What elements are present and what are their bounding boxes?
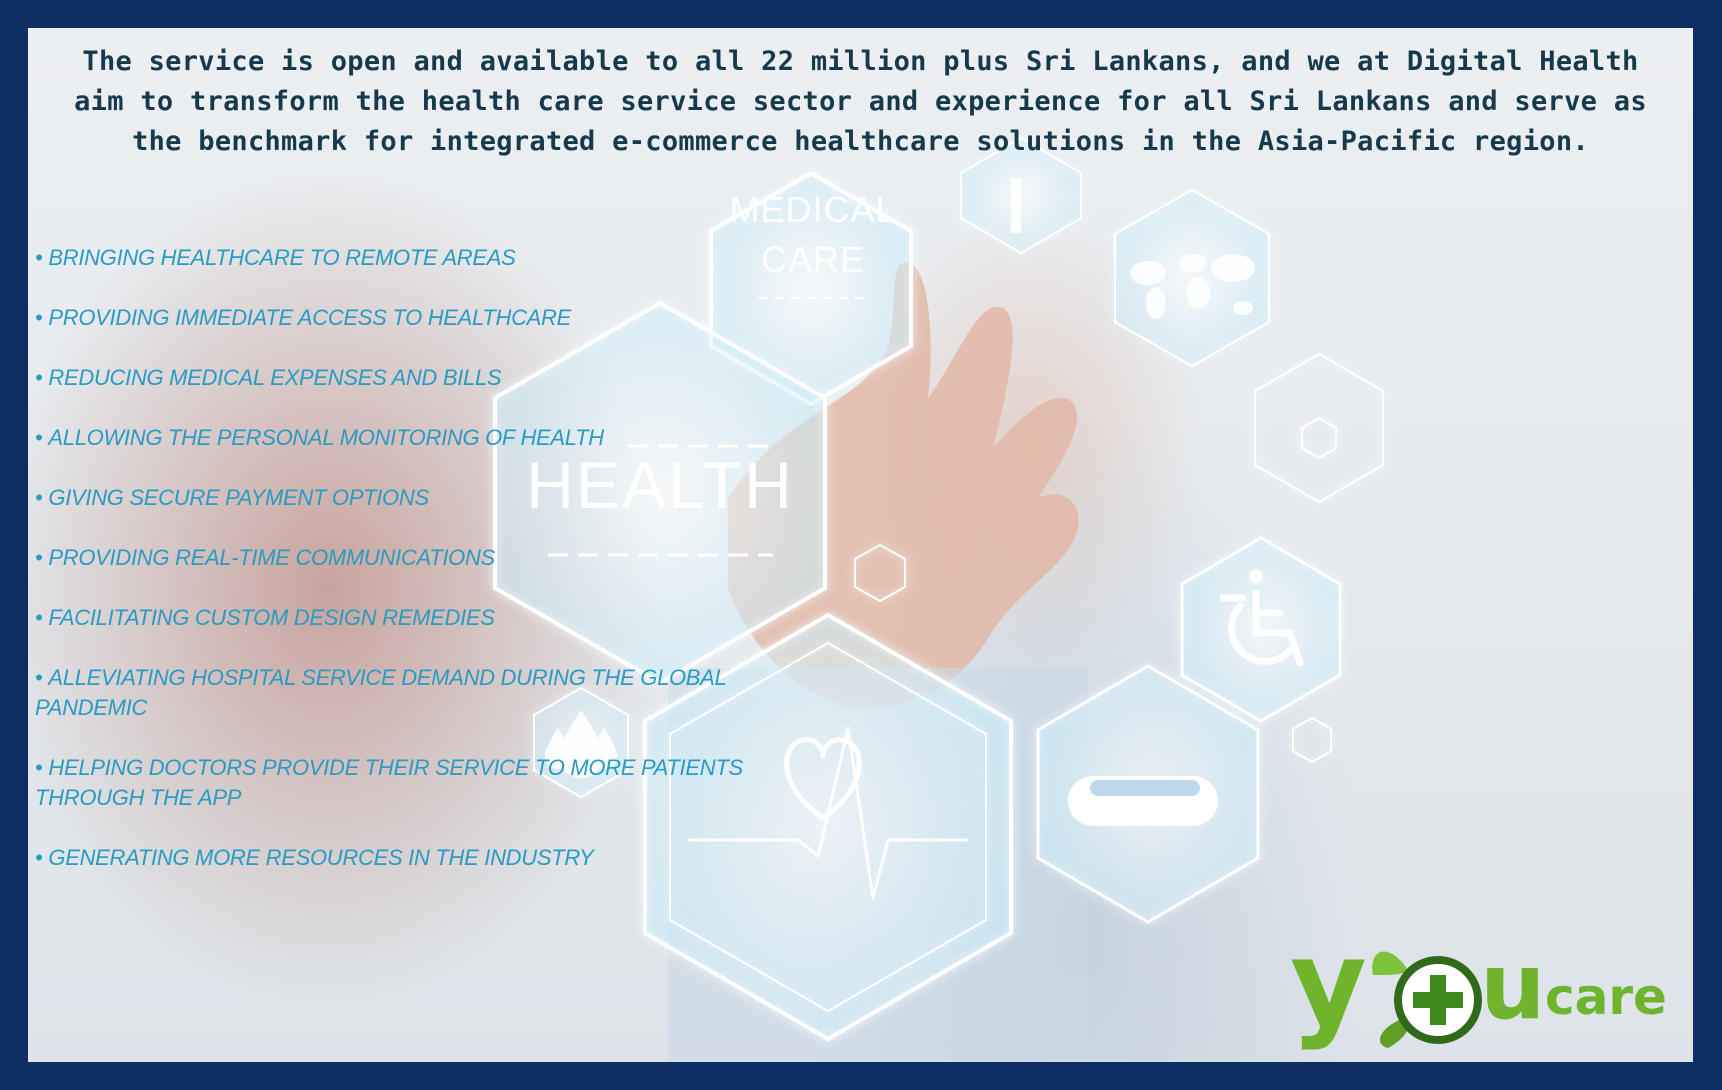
bullet-icon: • [35, 545, 43, 570]
bullet-icon: • [35, 485, 43, 510]
small-hexagon-4 [1301, 416, 1337, 460]
hero-panel: MEDICAL CARE HEALTH The service is open … [28, 28, 1693, 1062]
bullet-icon: • [35, 245, 43, 270]
logo-word-care: care [1545, 968, 1667, 1026]
logo-letter-u: u [1480, 933, 1546, 1040]
small-hexagon-3 [1292, 716, 1332, 764]
logo-letter-y: y [1290, 914, 1367, 1052]
benefit-label: BRINGING HEALTHCARE TO REMOTE AREAS [48, 245, 516, 270]
benefit-label: PROVIDING REAL-TIME COMMUNICATIONS [48, 545, 495, 570]
benefit-label: GENERATING MORE RESOURCES IN THE INDUSTR… [48, 845, 594, 870]
bullet-icon: • [35, 365, 43, 390]
benefit-label: ALLEVIATING HOSPITAL SERVICE DEMAND DURI… [35, 665, 727, 720]
medical-label: MEDICAL [729, 189, 896, 230]
benefit-label: ALLOWING THE PERSONAL MONITORING OF HEAL… [48, 425, 604, 450]
bullet-icon: • [35, 605, 43, 630]
benefit-label: FACILITATING CUSTOM DESIGN REMEDIES [48, 605, 495, 630]
benefit-item: • HELPING DOCTORS PROVIDE THEIR SERVICE T… [35, 753, 795, 813]
benefit-item: • REDUCING MEDICAL EXPENSES AND BILLS [35, 363, 795, 393]
benefits-list: • BRINGING HEALTHCARE TO REMOTE AREAS • PR… [35, 243, 795, 903]
bullet-icon: • [35, 755, 43, 780]
pill-capsule-icon [1068, 776, 1218, 826]
benefit-item: • FACILITATING CUSTOM DESIGN REMEDIES [35, 603, 795, 633]
benefit-item: • GENERATING MORE RESOURCES IN THE INDUST… [35, 843, 795, 873]
benefit-label: HELPING DOCTORS PROVIDE THEIR SERVICE TO… [35, 755, 743, 810]
benefit-item: • BRINGING HEALTHCARE TO REMOTE AREAS [35, 243, 795, 273]
benefit-label: PROVIDING IMMEDIATE ACCESS TO HEALTHCARE [48, 305, 572, 330]
benefit-item: • GIVING SECURE PAYMENT OPTIONS [35, 483, 795, 513]
bullet-icon: • [35, 425, 43, 450]
benefit-item: • ALLEVIATING HOSPITAL SERVICE DEMAND DUR… [35, 663, 795, 723]
benefit-item: • PROVIDING IMMEDIATE ACCESS TO HEALTHCAR… [35, 303, 795, 333]
benefit-label: GIVING SECURE PAYMENT OPTIONS [48, 485, 429, 510]
logo-cross-leaf-icon [1372, 951, 1482, 1048]
bullet-icon: • [35, 305, 43, 330]
intro-paragraph: The service is open and available to all… [74, 46, 1647, 157]
cross-icon [1011, 178, 1021, 233]
bullet-icon: • [35, 665, 43, 690]
small-hexagon-1 [1254, 352, 1384, 504]
youcare-logo: y u care [1290, 914, 1693, 1062]
benefit-item: • PROVIDING REAL-TIME COMMUNICATIONS [35, 543, 795, 573]
benefit-item: • ALLOWING THE PERSONAL MONITORING OF HEA… [35, 423, 795, 453]
bullet-icon: • [35, 845, 43, 870]
benefit-label: REDUCING MEDICAL EXPENSES AND BILLS [48, 365, 502, 390]
